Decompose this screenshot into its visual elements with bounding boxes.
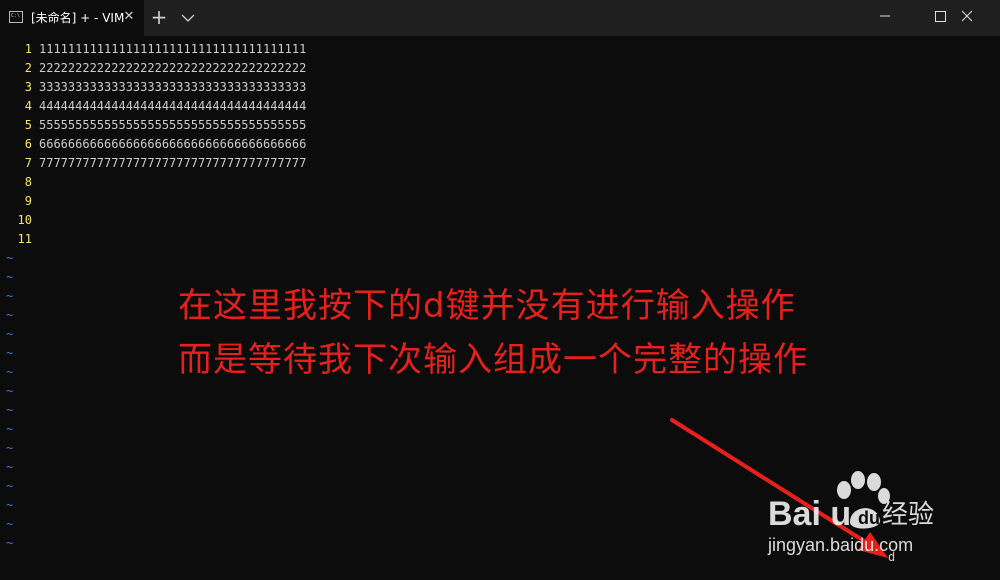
empty-line-tilde: ~: [6, 327, 14, 341]
empty-line-tilde: ~: [6, 384, 14, 398]
line-number: 10: [17, 213, 32, 227]
empty-line-tilde: ~: [6, 498, 14, 512]
line-number: 7: [24, 156, 32, 170]
line-number: 3: [24, 80, 32, 94]
baidu-logo-text: Bai u: [768, 495, 852, 533]
title-bar: [未命名] + - VIM ✕ +: [0, 0, 1000, 36]
line-number: 6: [24, 137, 32, 151]
close-tab-button[interactable]: ✕: [120, 8, 138, 26]
empty-line-tilde: ~: [6, 460, 14, 474]
buffer-line[interactable]: 5555555555555555555555555555555555555: [39, 116, 306, 135]
empty-line-tilde: ~: [6, 536, 14, 550]
line-number: 4: [24, 99, 32, 113]
annotation-line-1: 在这里我按下的d键并没有进行输入操作: [178, 286, 796, 326]
terminal-icon: [9, 11, 23, 23]
line-number: 11: [17, 232, 32, 246]
empty-line-tilde: ~: [6, 289, 14, 303]
minimize-icon: [880, 15, 890, 17]
empty-line-tilde: ~: [6, 422, 14, 436]
line-number: 1: [24, 42, 32, 56]
empty-line-tilde: ~: [6, 270, 14, 284]
empty-line-tilde: ~: [6, 403, 14, 417]
annotation-line-2: 而是等待我下次输入组成一个完整的操作: [178, 340, 808, 380]
chevron-down-icon[interactable]: [178, 8, 198, 28]
buffer-line[interactable]: 2222222222222222222222222222222222222: [39, 59, 306, 78]
close-window-button[interactable]: [954, 0, 1000, 32]
buffer-line[interactable]: 4444444444444444444444444444444444444: [39, 97, 306, 116]
empty-line-tilde: ~: [6, 346, 14, 360]
line-number: 2: [24, 61, 32, 75]
buffer-line[interactable]: 3333333333333333333333333333333333333: [39, 78, 306, 97]
tab-vim[interactable]: [未命名] + - VIM ✕: [0, 0, 144, 36]
empty-line-tilde: ~: [6, 251, 14, 265]
line-number: 8: [24, 175, 32, 189]
jingyan-brand: 经验: [882, 500, 935, 530]
close-icon: [961, 10, 973, 22]
pending-command-key: d: [888, 550, 896, 564]
empty-line-tilde: ~: [6, 441, 14, 455]
empty-line-tilde: ~: [6, 308, 14, 322]
svg-text:du: du: [858, 508, 880, 528]
empty-line-tilde: ~: [6, 517, 14, 531]
empty-line-tilde: ~: [6, 479, 14, 493]
empty-line-tilde: ~: [6, 365, 14, 379]
buffer-line[interactable]: 7777777777777777777777777777777777777: [39, 154, 306, 173]
new-tab-button[interactable]: +: [148, 6, 170, 28]
buffer-line[interactable]: 6666666666666666666666666666666666666: [39, 135, 306, 154]
buffer-line[interactable]: 1111111111111111111111111111111111111: [39, 40, 306, 59]
line-number: 5: [24, 118, 32, 132]
line-number: 9: [24, 194, 32, 208]
minimize-button[interactable]: [862, 0, 908, 32]
tab-title: [未命名] + - VIM: [31, 11, 125, 25]
baidu-watermark: du Bai u 经验 jingyan.baidu.com: [760, 470, 960, 560]
